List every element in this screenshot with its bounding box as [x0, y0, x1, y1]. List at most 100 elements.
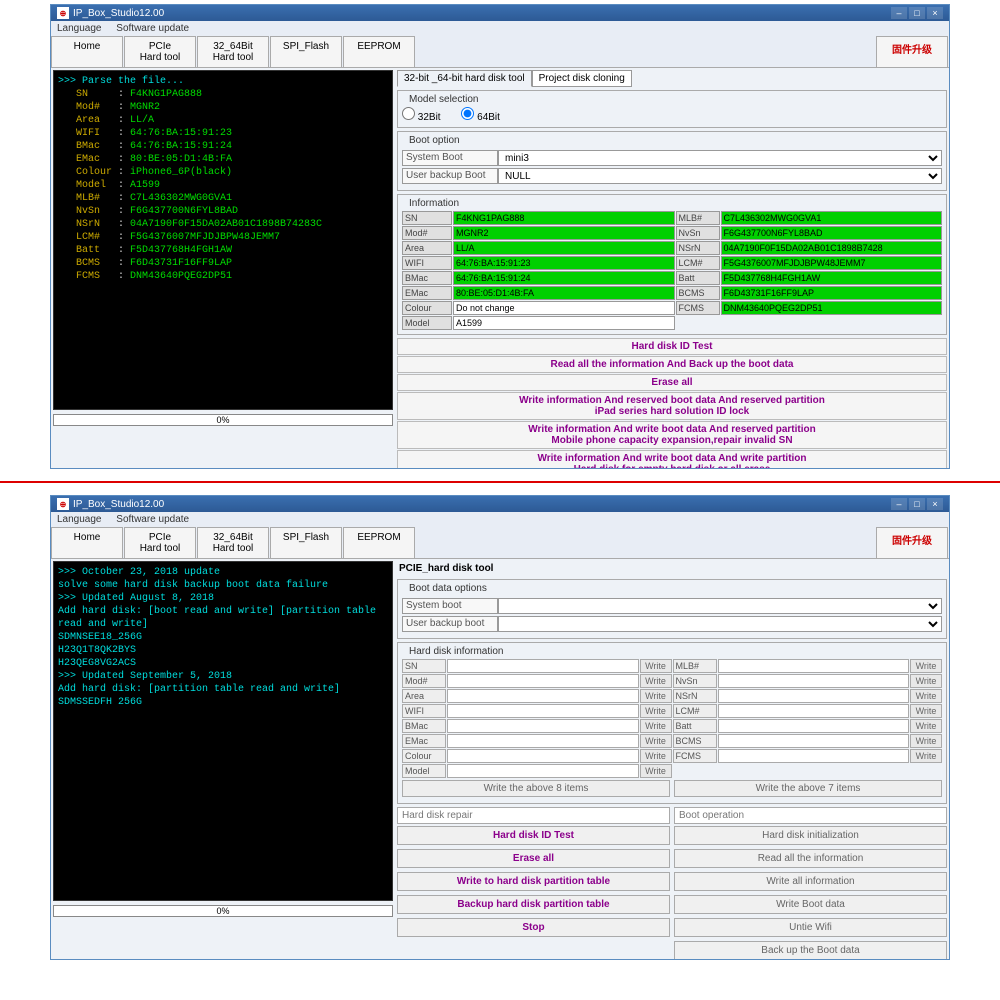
hd-input[interactable] [718, 704, 910, 718]
menu-software-update[interactable]: Software update [116, 23, 189, 34]
info-value[interactable]: F6G437700N6FYL8BAD [721, 226, 943, 240]
user-backup-boot-select[interactable]: NULL [498, 168, 942, 184]
boot-op-button[interactable]: Untie Wifi [674, 918, 947, 937]
boot-op-button[interactable]: Back up the Boot data [674, 941, 947, 959]
hd-input[interactable] [718, 689, 910, 703]
info-value[interactable]: C7L436302MWG0GVA1 [721, 211, 943, 225]
write-button[interactable]: Write [640, 704, 672, 718]
write-button[interactable]: Write [640, 719, 672, 733]
menu-language[interactable]: Language [57, 514, 102, 525]
info-value[interactable]: 04A7190F0F15DA02AB01C1898B7428 [721, 241, 943, 255]
info-value[interactable]: Do not change [453, 301, 675, 315]
write-button[interactable]: Write [640, 749, 672, 763]
hd-key: Model [402, 764, 446, 778]
repair-button[interactable]: Hard disk ID Test [397, 826, 670, 845]
write-button[interactable]: Write [640, 674, 672, 688]
minimize-button[interactable]: – [891, 498, 907, 510]
info-value[interactable]: 64:76:BA:15:91:24 [453, 271, 675, 285]
hd-input[interactable] [447, 659, 639, 673]
system-boot-select[interactable]: mini3 [498, 150, 942, 166]
maximize-button[interactable]: □ [909, 498, 925, 510]
write-button[interactable]: Write [910, 689, 942, 703]
info-value[interactable]: MGNR2 [453, 226, 675, 240]
tab-firmware-upgrade[interactable]: 固件升级 [876, 36, 948, 67]
menu-language[interactable]: Language [57, 23, 102, 34]
info-value[interactable]: DNM43640PQEG2DP51 [721, 301, 943, 315]
repair-button[interactable]: Stop [397, 918, 670, 937]
system-boot-select[interactable] [498, 598, 942, 614]
repair-button[interactable]: Erase all [397, 849, 670, 868]
app-window-2: ⊕ IP_Box_Studio12.00 – □ × Language Soft… [50, 495, 950, 960]
action-button[interactable]: Erase all [397, 374, 947, 391]
hd-input[interactable] [718, 734, 910, 748]
write-button[interactable]: Write [910, 659, 942, 673]
boot-op-button[interactable]: Hard disk initialization [674, 826, 947, 845]
info-value[interactable]: F4KNG1PAG888 [453, 211, 675, 225]
tab-eeprom[interactable]: EEPROM [343, 527, 415, 558]
hd-input[interactable] [447, 749, 639, 763]
tab-home[interactable]: Home [51, 527, 123, 558]
action-button[interactable]: Write information And write boot data An… [397, 421, 947, 449]
action-button[interactable]: Read all the information And Back up the… [397, 356, 947, 373]
write-7-button[interactable]: Write the above 7 items [674, 780, 942, 797]
minimize-button[interactable]: – [891, 7, 907, 19]
write-button[interactable]: Write [910, 719, 942, 733]
write-button[interactable]: Write [910, 749, 942, 763]
boot-op-button[interactable]: Write all information [674, 872, 947, 891]
maximize-button[interactable]: □ [909, 7, 925, 19]
hd-input[interactable] [447, 734, 639, 748]
hd-input[interactable] [718, 659, 910, 673]
tab-eeprom[interactable]: EEPROM [343, 36, 415, 67]
app-logo-icon: ⊕ [57, 498, 69, 510]
tab-home[interactable]: Home [51, 36, 123, 67]
info-value[interactable]: 64:76:BA:15:91:23 [453, 256, 675, 270]
info-value[interactable]: 80:BE:05:D1:4B:FA [453, 286, 675, 300]
repair-button[interactable]: Backup hard disk partition table [397, 895, 670, 914]
hd-input[interactable] [447, 719, 639, 733]
hd-input[interactable] [447, 704, 639, 718]
menu-software-update[interactable]: Software update [116, 514, 189, 525]
tab-firmware-upgrade[interactable]: 固件升级 [876, 527, 948, 558]
hd-input[interactable] [447, 764, 639, 778]
subtab-hard-disk-tool[interactable]: 32-bit _64-bit hard disk tool [397, 70, 532, 87]
radio-32bit[interactable]: 32Bit [402, 112, 441, 123]
close-button[interactable]: × [927, 498, 943, 510]
action-button[interactable]: Hard disk ID Test [397, 338, 947, 355]
write-button[interactable]: Write [910, 734, 942, 748]
info-value[interactable]: A1599 [453, 316, 675, 330]
user-backup-boot-select[interactable] [498, 616, 942, 632]
info-value[interactable]: F5G4376007MFJDJBPW48JEMM7 [721, 256, 943, 270]
close-button[interactable]: × [927, 7, 943, 19]
subtab-project-cloning[interactable]: Project disk cloning [532, 70, 632, 87]
tab-pcie[interactable]: PCIeHard tool [124, 527, 196, 558]
write-button[interactable]: Write [640, 689, 672, 703]
radio-64bit[interactable]: 64Bit [461, 112, 500, 123]
tab-pcie[interactable]: PCIeHard tool [124, 36, 196, 67]
repair-button[interactable]: Write to hard disk partition table [397, 872, 670, 891]
boot-op-button[interactable]: Read all the information [674, 849, 947, 868]
write-8-button[interactable]: Write the above 8 items [402, 780, 670, 797]
write-button[interactable]: Write [640, 659, 672, 673]
hd-input[interactable] [447, 689, 639, 703]
hd-key: NvSn [673, 674, 717, 688]
hd-input[interactable] [447, 674, 639, 688]
hd-input[interactable] [718, 719, 910, 733]
write-button[interactable]: Write [640, 734, 672, 748]
write-button[interactable]: Write [910, 704, 942, 718]
tab-32-64[interactable]: 32_64BitHard tool [197, 36, 269, 67]
action-button[interactable]: Write information And reserved boot data… [397, 392, 947, 420]
write-button[interactable]: Write [640, 764, 672, 778]
tab-spi-flash[interactable]: SPI_Flash [270, 36, 342, 67]
tab-32-64[interactable]: 32_64BitHard tool [197, 527, 269, 558]
action-button[interactable]: Write information And write boot data An… [397, 450, 947, 468]
hd-input[interactable] [718, 674, 910, 688]
info-key: Colour [402, 301, 452, 315]
boot-op-button[interactable]: Write Boot data [674, 895, 947, 914]
tab-spi-flash[interactable]: SPI_Flash [270, 527, 342, 558]
app-window-1: ⊕ IP_Box_Studio12.00 – □ × Language Soft… [50, 4, 950, 469]
info-value[interactable]: F6D43731F16FF9LAP [721, 286, 943, 300]
info-value[interactable]: LL/A [453, 241, 675, 255]
info-value[interactable]: F5D437768H4FGH1AW [721, 271, 943, 285]
write-button[interactable]: Write [910, 674, 942, 688]
hd-input[interactable] [718, 749, 910, 763]
